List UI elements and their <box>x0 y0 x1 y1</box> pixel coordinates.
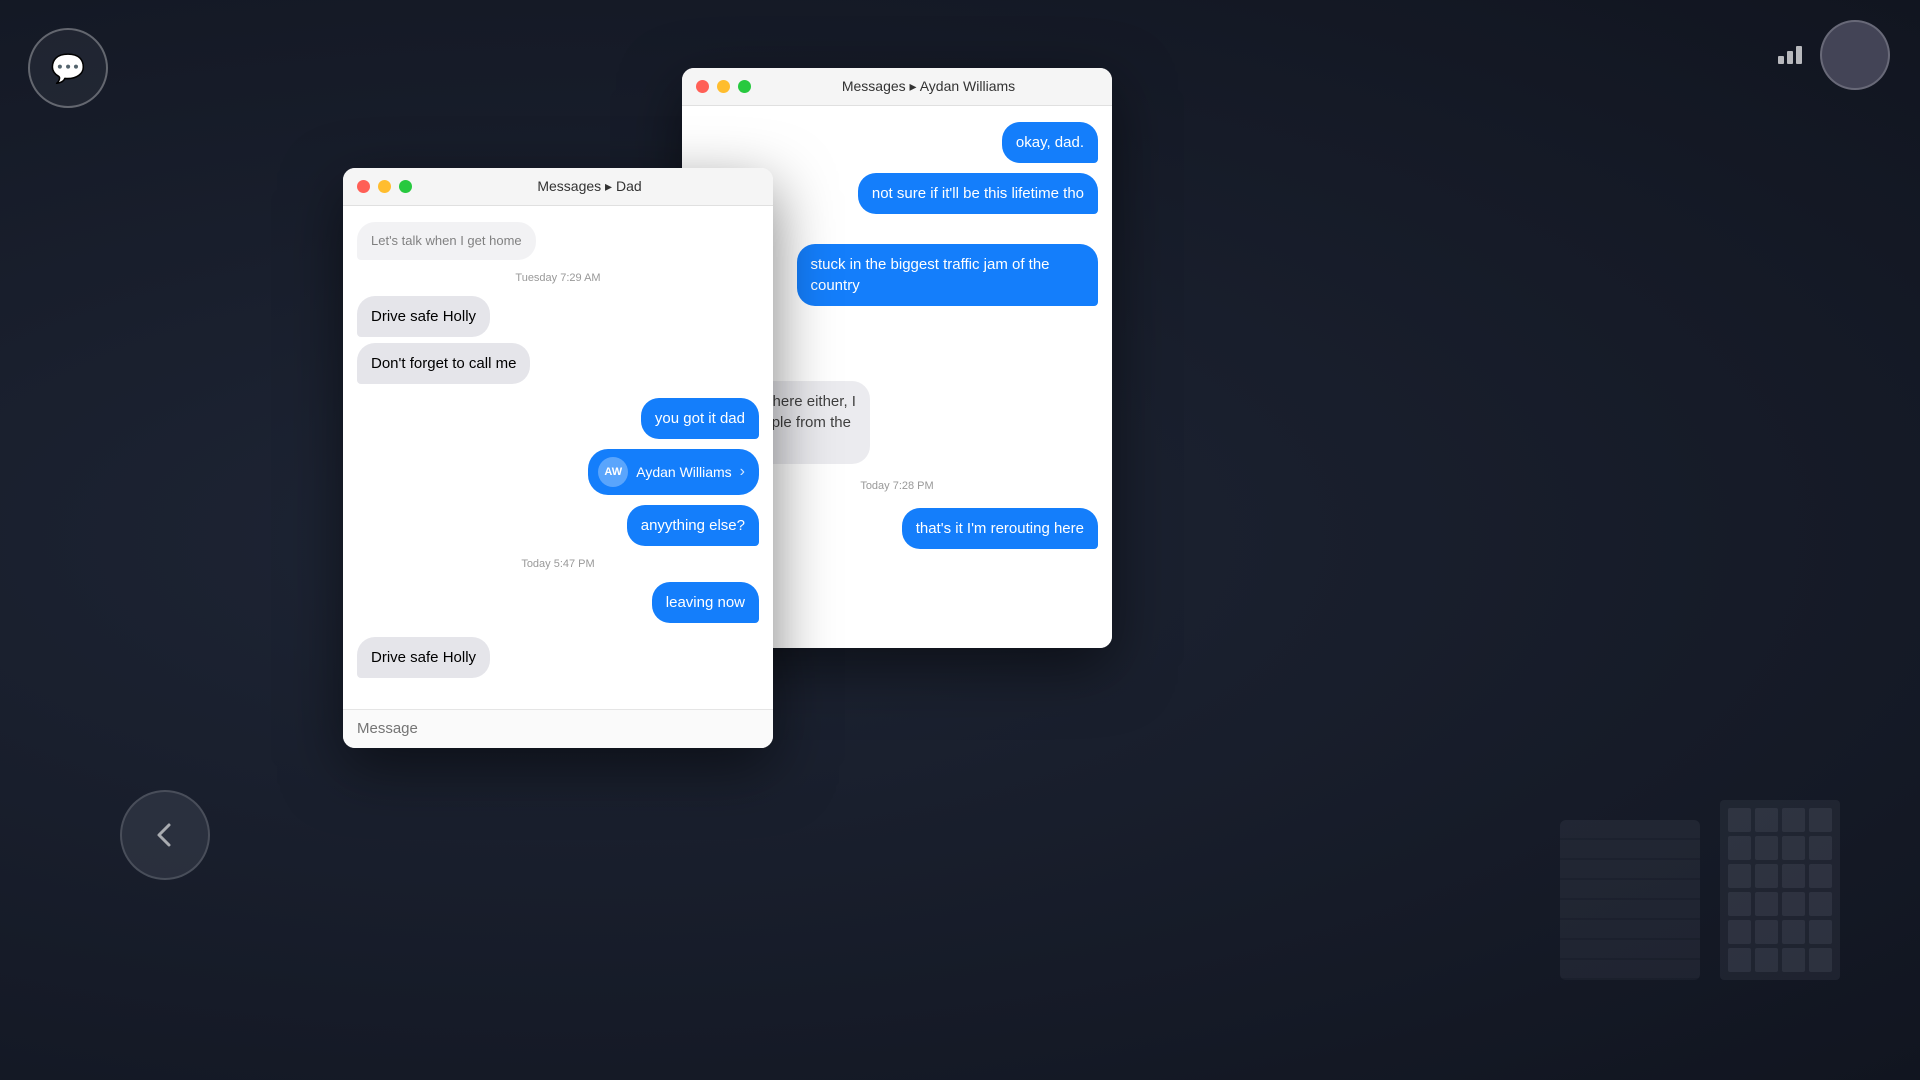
right-decor <box>1560 800 1840 980</box>
app-icon[interactable]: 💬 <box>28 28 108 108</box>
dad-window-title: Messages ▸ Dad <box>420 178 759 195</box>
contact-pill-aydan[interactable]: AW Aydan Williams › <box>588 449 759 495</box>
aydan-close-button[interactable] <box>696 80 709 93</box>
msg-bubble-drive-safe-1: Drive safe Holly <box>357 296 490 337</box>
msg-bubble-leaving-now: leaving now <box>652 582 759 623</box>
window-dad: Messages ▸ Dad Let's talk when I get hom… <box>343 168 773 748</box>
aydan-maximize-button[interactable] <box>738 80 751 93</box>
chevron-right-icon: › <box>740 463 745 481</box>
msg-timestamp-tuesday: Tuesday 7:29 AM <box>357 272 759 284</box>
msg-bubble: Let's talk when I get home <box>357 222 536 260</box>
msg-bubble: stuck in the biggest traffic jam of the … <box>797 244 1099 306</box>
msg-bubble-you-got-it: you got it dad <box>641 398 759 439</box>
msg-bubble: okay, dad. <box>1002 122 1098 163</box>
back-button[interactable] <box>120 790 210 880</box>
msg-bubble-drive-safe-2: Drive safe Holly <box>357 637 490 678</box>
dad-minimize-button[interactable] <box>378 180 391 193</box>
aydan-window-title: Messages ▸ Aydan Williams <box>759 78 1098 95</box>
message-input[interactable] <box>357 720 759 737</box>
aydan-titlebar: Messages ▸ Aydan Williams <box>682 68 1112 106</box>
top-right-area <box>1778 20 1890 90</box>
gear-shape <box>1560 820 1700 980</box>
msg-bubble: not sure if it'll be this lifetime tho <box>858 173 1098 214</box>
msg-bubble: that's it I'm rerouting here <box>902 508 1098 549</box>
message-input-bar[interactable] <box>343 709 773 748</box>
msg-timestamp-today: Today 5:47 PM <box>357 558 759 570</box>
signal-icon <box>1778 42 1808 69</box>
keyboard-shape <box>1720 800 1840 980</box>
app-icon-symbol: 💬 <box>51 52 86 85</box>
aydan-name: Aydan Williams <box>636 464 731 480</box>
msg-bubble-anything-else: anyything else? <box>627 505 759 546</box>
dad-messages[interactable]: Let's talk when I get home Tuesday 7:29 … <box>343 206 773 709</box>
dad-titlebar: Messages ▸ Dad <box>343 168 773 206</box>
aydan-minimize-button[interactable] <box>717 80 730 93</box>
aydan-avatar: AW <box>598 457 628 487</box>
aydan-initials: AW <box>604 466 622 478</box>
msg-bubble-dont-forget: Don't forget to call me <box>357 343 530 384</box>
dad-maximize-button[interactable] <box>399 180 412 193</box>
dad-close-button[interactable] <box>357 180 370 193</box>
profile-avatar[interactable] <box>1820 20 1890 90</box>
